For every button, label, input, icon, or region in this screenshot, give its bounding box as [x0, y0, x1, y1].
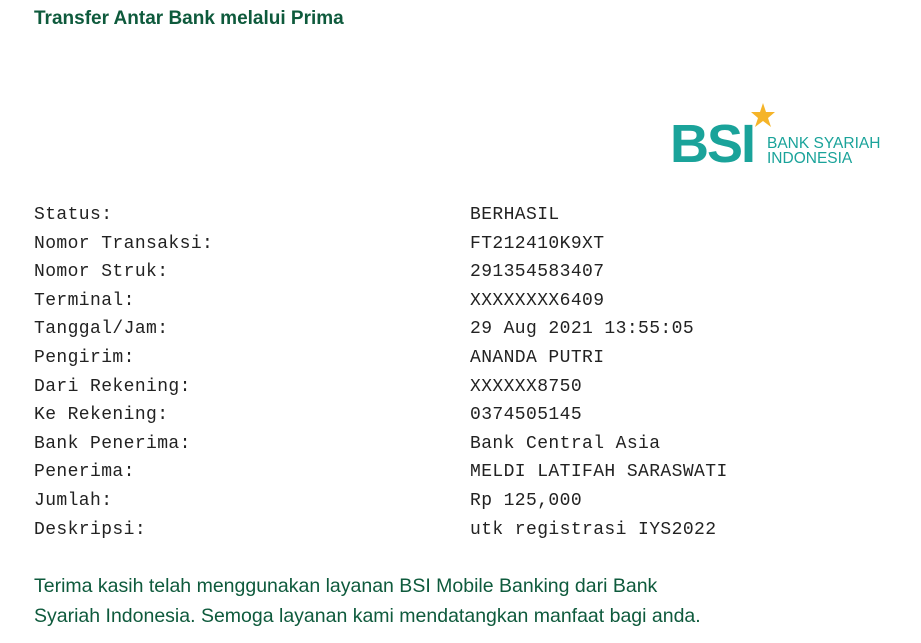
thank-you-message: Terima kasih telah menggunakan layanan B… — [34, 571, 794, 631]
detail-label: Pengirim: — [34, 347, 135, 368]
detail-label: Jumlah: — [34, 490, 113, 511]
thank-you-line-2: Syariah Indonesia. Semoga layanan kami m… — [34, 605, 701, 627]
detail-value: 291354583407 — [470, 262, 605, 283]
detail-label: Bank Penerima: — [34, 433, 191, 454]
bsi-logo: BSI BANK SYARIAH INDONESIA — [670, 103, 880, 170]
detail-label: Deskripsi: — [34, 519, 147, 540]
detail-value: 0374505145 — [470, 405, 583, 426]
detail-value: FT212410K9XT — [470, 233, 605, 254]
detail-label: Penerima: — [34, 462, 135, 483]
thank-you-line-1: Terima kasih telah menggunakan layanan B… — [34, 575, 658, 597]
bsi-logo-mark: BSI — [670, 114, 754, 170]
detail-label: Tanggal/Jam: — [34, 319, 169, 340]
star-icon — [751, 103, 775, 127]
detail-value: Bank Central Asia — [470, 433, 661, 454]
detail-value: Rp 125,000 — [470, 490, 583, 511]
detail-label: Nomor Struk: — [34, 262, 169, 283]
detail-value: 29 Aug 2021 13:55:05 — [470, 319, 695, 340]
bsi-logo-line2: INDONESIA — [767, 150, 853, 167]
detail-label: Ke Rekening: — [34, 405, 169, 426]
detail-label: Dari Rekening: — [34, 376, 191, 397]
detail-value: XXXXXXXX6409 — [470, 290, 605, 311]
detail-value: ANANDA PUTRI — [470, 347, 605, 368]
page-title: Transfer Antar Bank melalui Prima — [34, 8, 344, 29]
detail-label: Terminal: — [34, 290, 135, 311]
detail-value: MELDI LATIFAH SARASWATI — [470, 462, 728, 483]
detail-value: XXXXXX8750 — [470, 376, 583, 397]
detail-label: Nomor Transaksi: — [34, 233, 214, 254]
detail-value: utk registrasi IYS2022 — [470, 519, 717, 540]
detail-label: Status: — [34, 205, 113, 225]
detail-value: BERHASIL — [470, 205, 560, 225]
